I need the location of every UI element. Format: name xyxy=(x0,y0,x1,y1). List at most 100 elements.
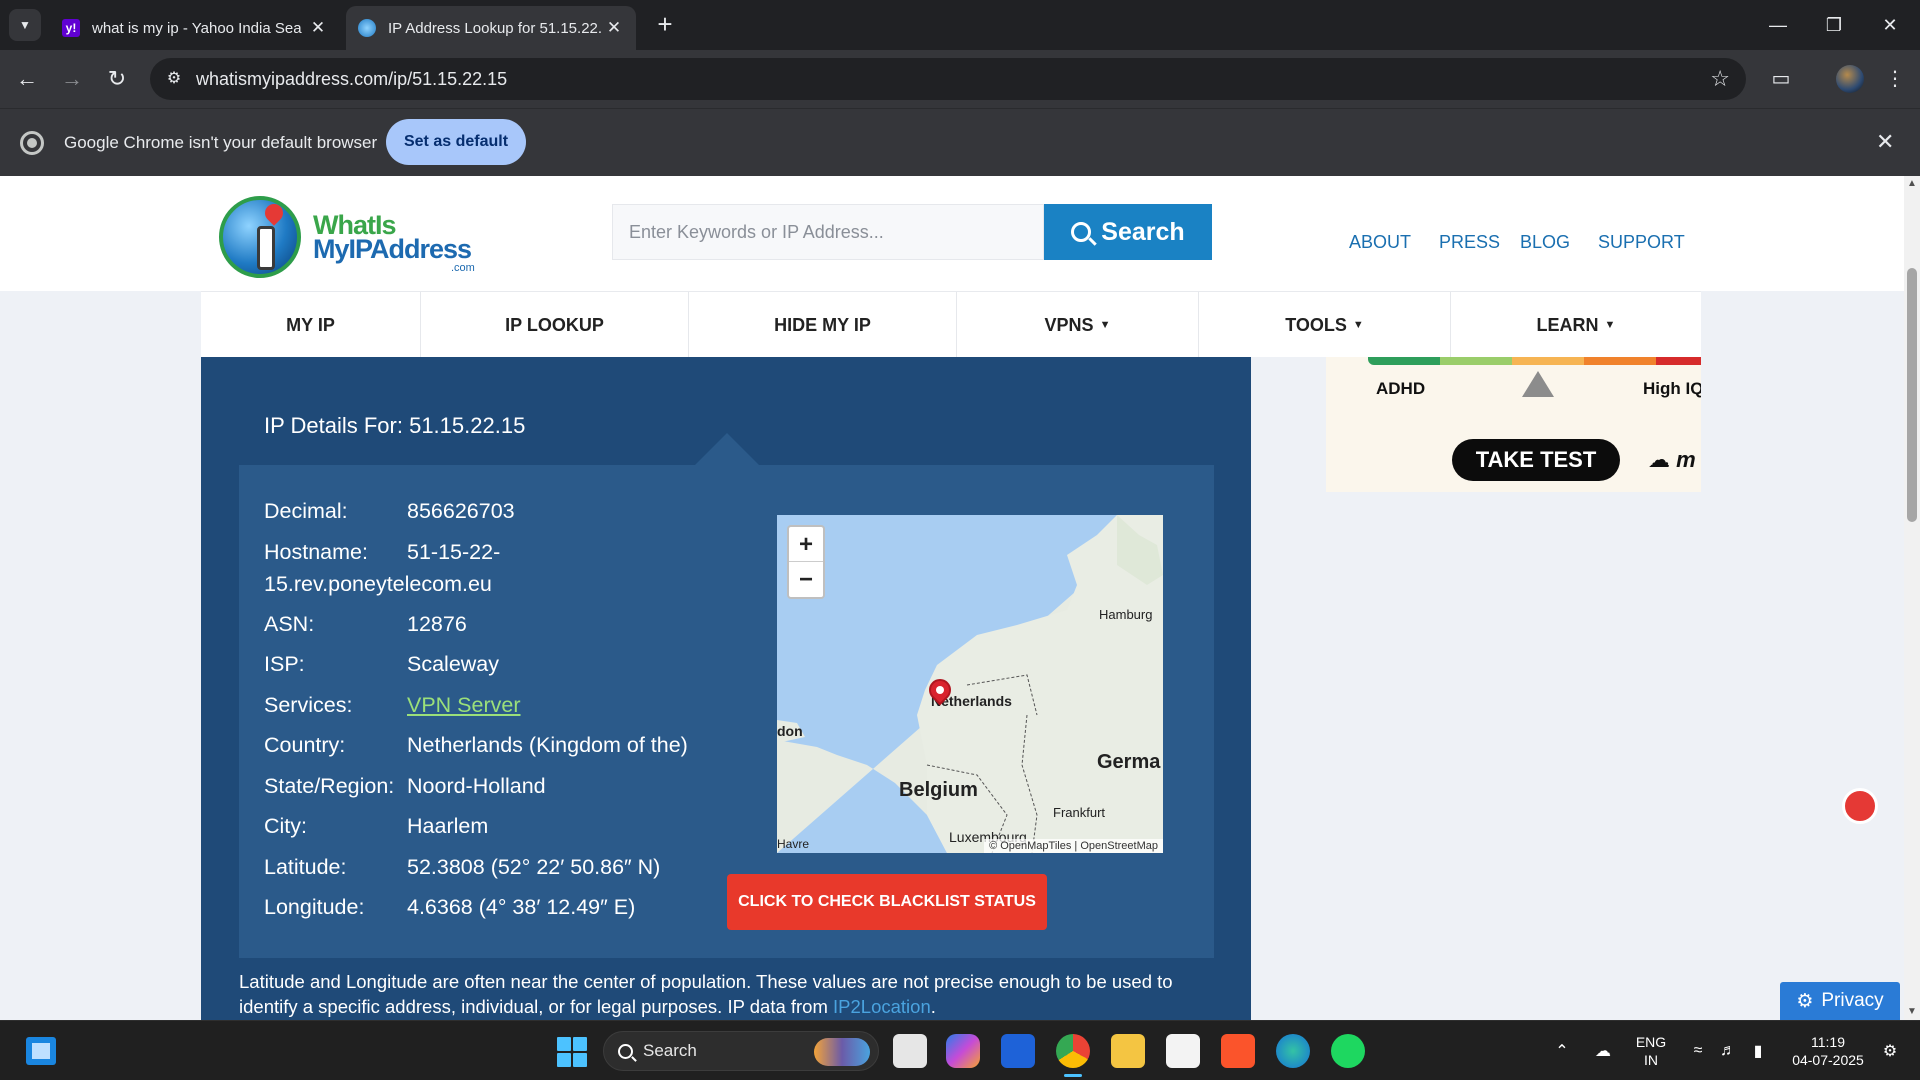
detail-row-city: City: Haarlem xyxy=(264,810,734,851)
site-search-field[interactable] xyxy=(612,204,1044,260)
detail-label: Decimal: xyxy=(264,499,348,523)
scrollbar-thumb[interactable] xyxy=(1907,268,1917,522)
detail-label: ISP: xyxy=(264,652,305,676)
location-map[interactable]: + − Hamburg Netherlands don Germa Belgiu… xyxy=(777,515,1163,853)
close-tab-icon[interactable]: ✕ xyxy=(308,18,328,38)
menu-kebab-icon[interactable]: ⋮ xyxy=(1880,64,1910,94)
back-button[interactable]: ← xyxy=(12,64,42,94)
check-blacklist-button[interactable]: CLICK TO CHECK BLACKLIST STATUS xyxy=(727,874,1047,930)
language-indicator[interactable]: ENG IN xyxy=(1628,1021,1674,1080)
tab-search-button[interactable]: ▼ xyxy=(9,9,41,41)
volume-icon[interactable]: ♬ xyxy=(1714,1021,1742,1080)
scroll-up-icon[interactable]: ▲ xyxy=(1907,178,1917,189)
file-explorer-icon[interactable] xyxy=(1111,1034,1145,1068)
site-logo[interactable]: WhatIs MyIPAddress .com xyxy=(219,196,479,282)
nav-vpns[interactable]: VPNS ▼ xyxy=(957,292,1199,358)
close-infobar-icon[interactable]: ✕ xyxy=(1876,129,1894,155)
link-support[interactable]: SUPPORT xyxy=(1598,232,1685,253)
brave-icon[interactable] xyxy=(1221,1034,1255,1068)
show-hidden-icons-icon[interactable]: ⌃ xyxy=(1548,1021,1576,1080)
nav-tools[interactable]: TOOLS ▼ xyxy=(1199,292,1451,358)
spotify-icon[interactable] xyxy=(1331,1034,1365,1068)
link-press[interactable]: PRESS xyxy=(1439,232,1500,253)
taskbar-search-label: Search xyxy=(643,1041,697,1060)
nav-my-ip[interactable]: MY IP xyxy=(201,292,421,358)
battery-icon[interactable]: ▮ xyxy=(1744,1021,1772,1080)
map-land-svg xyxy=(777,515,1163,853)
logo-text-line3: .com xyxy=(451,262,475,274)
vpn-server-link[interactable]: VPN Server xyxy=(407,693,521,718)
site-info-icon[interactable]: ⚙ xyxy=(162,67,186,91)
address-bar[interactable]: ⚙ whatismyipaddress.com/ip/51.15.22.15 ☆ xyxy=(150,58,1746,100)
iq-test-ad[interactable]: ADHD High IQ TAKE TEST ☁ m xyxy=(1326,357,1701,492)
detail-value-city: Haarlem xyxy=(407,814,489,838)
onedrive-icon[interactable]: ☁ xyxy=(1588,1021,1618,1080)
start-button[interactable] xyxy=(557,1037,587,1067)
nav-ip-lookup[interactable]: IP LOOKUP xyxy=(421,292,689,358)
close-tab-icon[interactable]: ✕ xyxy=(604,18,624,38)
forward-button[interactable]: → xyxy=(57,64,87,94)
tab-yahoo[interactable]: y! what is my ip - Yahoo India Sea ✕ xyxy=(50,6,340,50)
set-as-default-button[interactable]: Set as default xyxy=(386,119,526,165)
new-tab-button[interactable]: + xyxy=(650,10,680,40)
caret-down-icon: ▼ xyxy=(1604,319,1616,331)
map-label-frankfurt: Frankfurt xyxy=(1053,805,1106,820)
bookmark-star-icon[interactable]: ☆ xyxy=(1710,66,1730,92)
nav-learn[interactable]: LEARN ▼ xyxy=(1451,292,1701,358)
detail-value-longitude: 4.6368 (4° 38′ 12.49″ E) xyxy=(407,895,636,919)
region-label: IN xyxy=(1644,1052,1658,1068)
url-text[interactable]: whatismyipaddress.com/ip/51.15.22.15 xyxy=(196,69,507,90)
detail-row-asn: ASN: 12876 xyxy=(264,608,734,649)
ad-brand-text: m xyxy=(1676,447,1696,472)
widgets-icon[interactable] xyxy=(26,1037,56,1065)
chrome-icon[interactable] xyxy=(1056,1034,1090,1077)
zoom-out-button[interactable]: − xyxy=(789,562,823,597)
privacy-badge-icon xyxy=(1842,788,1878,824)
app-icon[interactable] xyxy=(1001,1034,1035,1068)
restore-button[interactable]: ❐ xyxy=(1806,0,1862,50)
site-search-button[interactable]: Search xyxy=(1044,204,1212,260)
nav-hide-my-ip[interactable]: HIDE MY IP xyxy=(689,292,957,358)
chevron-down-icon: ▼ xyxy=(19,18,31,32)
ad-label-right: High IQ xyxy=(1643,379,1701,398)
detail-value-latitude: 52.3808 (52° 22′ 50.86″ N) xyxy=(407,854,661,879)
disclaimer-text: Latitude and Longitude are often near th… xyxy=(239,971,1173,1017)
taskbar-search[interactable]: Search xyxy=(603,1031,879,1071)
ip2location-link[interactable]: IP2Location xyxy=(833,996,931,1017)
privacy-label: Privacy xyxy=(1821,990,1884,1011)
close-window-button[interactable]: ✕ xyxy=(1862,0,1918,50)
map-label-germany: Germa xyxy=(1097,751,1161,773)
tab-ip-lookup[interactable]: IP Address Lookup for 51.15.22. ✕ xyxy=(346,6,636,50)
minimize-button[interactable]: — xyxy=(1750,0,1806,50)
reload-button[interactable]: ↻ xyxy=(102,64,132,94)
take-test-button[interactable]: TAKE TEST xyxy=(1452,439,1620,481)
nav-label: LEARN xyxy=(1536,314,1599,335)
scroll-down-icon[interactable]: ▼ xyxy=(1907,1006,1917,1017)
detail-value-isp: Scaleway xyxy=(407,652,500,676)
tab-title: what is my ip - Yahoo India Sea xyxy=(92,19,302,37)
profile-avatar[interactable] xyxy=(1836,65,1864,93)
detail-label: Hostname: xyxy=(264,539,368,564)
link-about[interactable]: ABOUT xyxy=(1349,232,1411,253)
disclaimer-end: . xyxy=(930,996,936,1017)
privacy-button[interactable]: ⚙ Privacy xyxy=(1780,982,1900,1020)
task-view-icon[interactable] xyxy=(893,1034,927,1068)
notifications-icon[interactable]: ⚙ xyxy=(1876,1021,1904,1080)
detail-value-hostname-cont: 15.rev.poneytelecom.eu xyxy=(264,571,492,596)
ip-details-panel: IP Details For: 51.15.22.15 Decimal: 856… xyxy=(201,357,1251,1020)
nav-label: TOOLS xyxy=(1285,314,1347,335)
site-search-input[interactable] xyxy=(613,205,1043,259)
nav-label: VPNS xyxy=(1044,314,1094,335)
link-blog[interactable]: BLOG xyxy=(1520,232,1570,253)
ad-meter-bar xyxy=(1368,357,1701,365)
zoom-in-button[interactable]: + xyxy=(789,527,823,562)
clock[interactable]: 11:19 04-07-2025 xyxy=(1782,1021,1874,1080)
microsoft-store-icon[interactable] xyxy=(1166,1034,1200,1068)
extensions-icon[interactable]: ▭ xyxy=(1766,64,1796,94)
copilot-icon[interactable] xyxy=(946,1034,980,1068)
page-scrollbar[interactable]: ▲ ▼ xyxy=(1904,176,1920,1020)
map-attribution[interactable]: © OpenMapTiles | OpenStreetMap xyxy=(984,839,1163,853)
edge-icon[interactable] xyxy=(1276,1034,1310,1068)
detail-label: Services: xyxy=(264,692,353,717)
wifi-icon[interactable]: ≈ xyxy=(1684,1021,1712,1080)
